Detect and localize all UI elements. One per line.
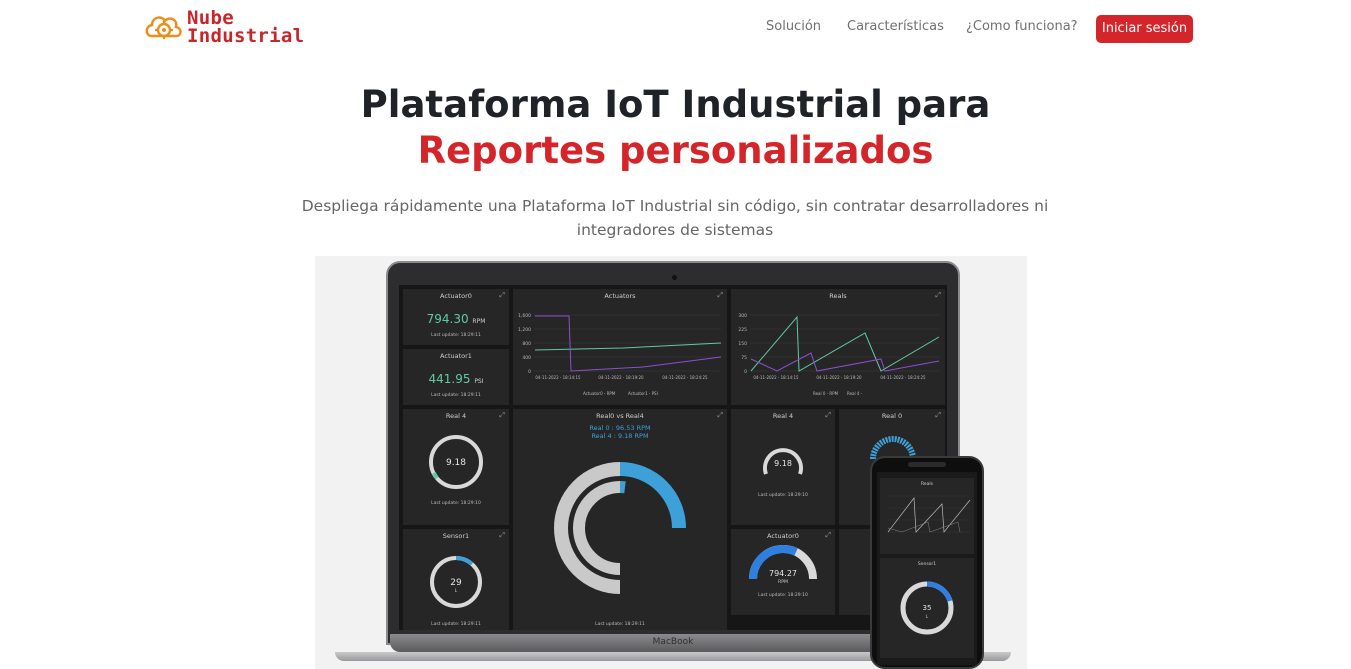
- y-tick: 400: [522, 355, 531, 361]
- phone-sensor1-gauge: Sensor1 35 L: [900, 561, 954, 635]
- last-update: Last update: 18:29:10: [758, 592, 808, 598]
- hero-subtitle: Despliega rápidamente una Plataforma IoT…: [301, 197, 1049, 239]
- y-tick: 300: [738, 313, 747, 319]
- panel-real4-left: Real 4 ⤢ 9.18 Last update: 18:29:10: [403, 409, 509, 525]
- phone-panel-sensor1: Sensor1 35 L: [880, 558, 974, 658]
- hero-title-line1: Plataforma IoT Industrial para: [360, 83, 991, 126]
- gauge-value: 9.18: [446, 458, 466, 468]
- series-real4: [750, 352, 940, 372]
- y-tick: 150: [738, 341, 747, 347]
- phone-notch: [908, 462, 946, 467]
- series-real0: [750, 315, 940, 372]
- laptop-camera: [672, 275, 677, 280]
- x-tick: 04-11-2022 - 18:24:25: [662, 375, 708, 380]
- x-tick: 04-11-2022 - 18:19:20: [816, 375, 862, 380]
- expand-icon: ⤢: [499, 291, 505, 299]
- dashboard-showcase-image: Actuator0 ⤢ 794.30 RPM Last update: 18:2…: [315, 256, 1027, 669]
- actuator0-value: 794.30 RPM: [426, 312, 486, 326]
- real4-gauge: 9.18 Last update: 18:29:10: [429, 435, 483, 506]
- y-tick: 0: [528, 369, 531, 375]
- nav-link-solucion[interactable]: Solución: [766, 19, 821, 34]
- y-tick: 800: [522, 341, 531, 347]
- y-tick: 1,600: [518, 313, 531, 319]
- nav-link-como-funciona[interactable]: ¿Como funciona?: [966, 19, 1078, 34]
- panel-actuator1: Actuator1 441.95 PSI Last update: 18:29:…: [403, 349, 509, 405]
- panel-reals-chart: Reals ⤢ 300 225 150 75 0 04-11-2022 - 18…: [731, 289, 945, 405]
- x-tick: 04-11-2022 - 18:14:15: [535, 375, 581, 380]
- last-update: Last update: 18:29:10: [431, 500, 481, 506]
- panel-actuator0-gauge: Actuator0 ⤢ 794.27 RPM Last update: 18:2…: [731, 529, 835, 615]
- real0-vs-real4-donut: Real 0 : 96.53 RPM Real 4 : 9.18 RPM Las…: [554, 424, 690, 627]
- y-tick: 0: [744, 369, 747, 375]
- panel-actuator0: Actuator0 ⤢ 794.30 RPM Last update: 18:2…: [403, 289, 509, 345]
- nav-link-caracteristicas[interactable]: Características: [847, 19, 944, 34]
- actuators-line-chart: 1,600 1,200 800 400 0 04-11-2022 - 18:14…: [518, 313, 722, 396]
- panel-sensor1: Sensor1 ⤢ 29 L Last update: 18:29:11: [403, 529, 509, 630]
- login-button[interactable]: Iniciar sesión: [1096, 15, 1193, 43]
- hero-title-line2: Reportes personalizados: [417, 129, 934, 172]
- y-tick: 1,200: [518, 327, 531, 333]
- hero-title: Plataforma IoT Industrial para Reportes …: [0, 82, 1351, 174]
- phone-sensor-title: Sensor1: [918, 561, 936, 567]
- real0-readout: Real 0 : 96.53 RPM: [589, 424, 650, 432]
- actuator1-value: 441.95 PSI: [428, 372, 484, 386]
- gauge-value: 9.18: [774, 459, 792, 468]
- phone-mockup: Reals Sensor1 35 L: [870, 456, 984, 669]
- phone-sensor-unit: L: [926, 614, 929, 619]
- gauge-value: 29: [450, 578, 462, 588]
- last-update: Last update: 18:29:11: [431, 393, 481, 398]
- legend-item: Actuator1 - PSI: [628, 391, 658, 396]
- sensor1-gauge: 29 L Last update: 18:29:11: [430, 555, 482, 627]
- gauge-unit: L: [455, 588, 458, 594]
- actuator0-arc-gauge: 794.27 RPM Last update: 18:29:10: [749, 545, 817, 598]
- panel-actuators-chart: Actuators ⤢ 1,600 1,200 800 400 0 04-11-…: [513, 289, 727, 405]
- x-tick: 04-11-2022 - 18:14:15: [753, 375, 799, 380]
- legend-item: Real 0 - RPM: [813, 391, 839, 396]
- legend-item: Real 4 -: [847, 391, 863, 396]
- phone-sensor-value: 35: [923, 604, 932, 612]
- phone-panel-reals: Reals: [880, 478, 974, 554]
- legend-item: Actuator0 - RPM: [583, 391, 616, 396]
- real4-arc-gauge: 9.18 Last update: 18:29:10: [758, 448, 808, 498]
- panel-title: Actuator1: [440, 352, 472, 360]
- last-update: Last update: 18:29:11: [431, 333, 481, 338]
- top-navbar: Nube Industrial Solución Características…: [0, 0, 1351, 58]
- last-update: Last update: 18:29:10: [758, 492, 808, 498]
- phone-screen: Reals Sensor1 35 L: [877, 472, 977, 665]
- gauge-value: 794.27: [769, 569, 797, 578]
- reals-line-chart: 300 225 150 75 0 04-11-2022 - 18:14:15 0…: [738, 313, 940, 396]
- dashboard-screen: Actuator0 ⤢ 794.30 RPM Last update: 18:2…: [399, 285, 947, 630]
- gauge-unit: RPM: [778, 579, 788, 585]
- series-actuator1: [535, 315, 722, 372]
- x-tick: 04-11-2022 - 18:19:20: [598, 375, 644, 380]
- phone-reals-chart: Reals: [887, 481, 971, 533]
- phone-reals-title: Reals: [921, 481, 934, 487]
- panel-real4-right: Real 4 ⤢ 9.18 Last update: 18:29:10: [731, 409, 835, 525]
- panel-title: Actuator0: [440, 292, 472, 300]
- last-update: Last update: 18:29:11: [431, 621, 481, 627]
- series-actuator0: [534, 342, 722, 351]
- y-tick: 225: [738, 327, 747, 333]
- x-tick: 04-11-2022 - 18:24:25: [880, 375, 926, 380]
- panel-real0-vs-real4: Real0 vs Real4 ⤢ Real 0 : 96.53 RPM Real…: [513, 409, 727, 630]
- y-tick: 75: [741, 355, 747, 361]
- real4-readout: Real 4 : 9.18 RPM: [591, 432, 648, 440]
- last-update: Last update: 18:29:11: [595, 621, 645, 627]
